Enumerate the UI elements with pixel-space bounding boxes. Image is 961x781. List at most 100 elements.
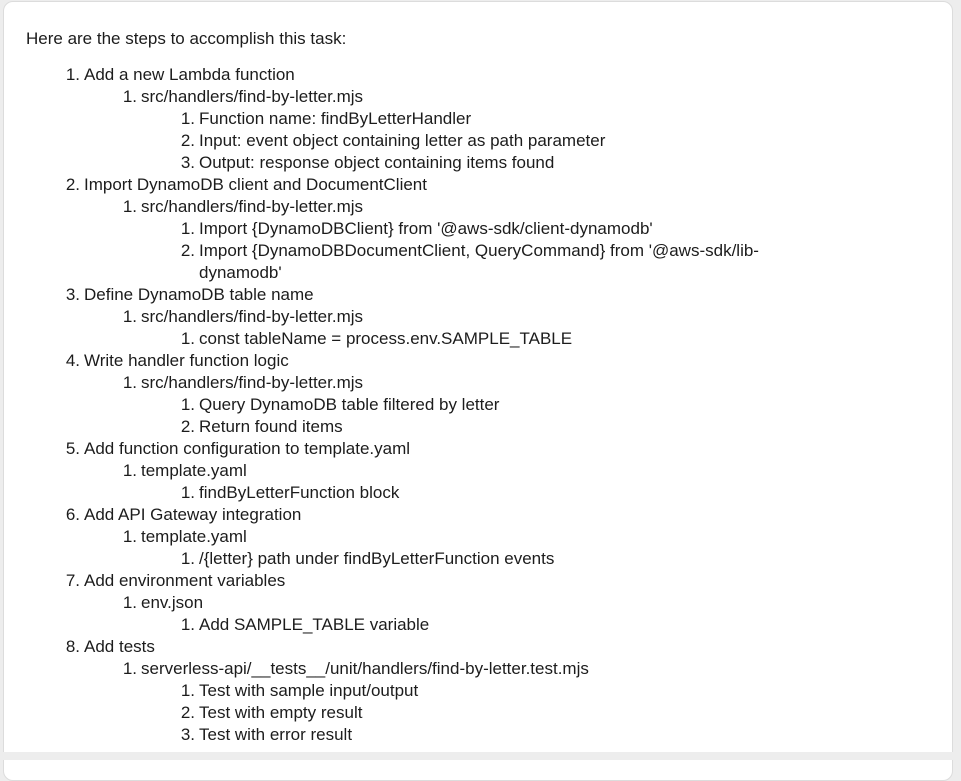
list-item-level-3: 2.Input: event object containing letter … (4, 130, 879, 152)
list-item-text: Write handler function logic (80, 350, 289, 372)
list-item-number: 1. (4, 394, 195, 416)
list-item-text: Output: response object containing items… (195, 152, 554, 174)
list-item-number: 2. (4, 130, 195, 152)
list-item-level-3: 3.Test with error result (4, 724, 879, 746)
list-item-text-line: Test with error result (199, 725, 352, 744)
list-item-number: 1. (4, 592, 137, 614)
list-item-level-3: 3.Output: response object containing ite… (4, 152, 879, 174)
list-item-text-line: src/handlers/find-by-letter.mjs (141, 307, 363, 326)
list-item-text: src/handlers/find-by-letter.mjs (137, 306, 363, 328)
list-item-text: findByLetterFunction block (195, 482, 399, 504)
list-item-text: Add SAMPLE_TABLE variable (195, 614, 429, 636)
list-item-number: 3. (4, 724, 195, 746)
list-item-level-3: 2.Import {DynamoDBDocumentClient, QueryC… (4, 240, 879, 284)
list-item-level-1: 2.Import DynamoDB client and DocumentCli… (4, 174, 879, 196)
list-item-level-3: 2.Return found items (4, 416, 879, 438)
list-item-number: 1. (4, 86, 137, 108)
list-item-number: 8. (4, 636, 80, 658)
list-item-number: 1. (4, 548, 195, 570)
list-item-number: 2. (4, 702, 195, 724)
list-item-text: env.json (137, 592, 203, 614)
list-item-number: 2. (4, 174, 80, 196)
list-item-number: 3. (4, 284, 80, 306)
list-item-number: 5. (4, 438, 80, 460)
list-item-text-line: Return found items (199, 417, 343, 436)
list-item-number: 2. (4, 416, 195, 438)
list-item-number: 1. (4, 64, 80, 86)
list-item-level-2: 1.env.json (4, 592, 879, 614)
list-item-text-line: Add API Gateway integration (84, 505, 301, 524)
list-item-number: 1. (4, 218, 195, 240)
list-item-text: Import {DynamoDBDocumentClient, QueryCom… (195, 240, 879, 284)
list-item-text-line: src/handlers/find-by-letter.mjs (141, 373, 363, 392)
list-item-level-3: 1./{letter} path under findByLetterFunct… (4, 548, 879, 570)
window-bottom-edge (0, 752, 961, 760)
list-item-text-line: Define DynamoDB table name (84, 285, 314, 304)
list-item-text: Return found items (195, 416, 343, 438)
list-item-text-line: src/handlers/find-by-letter.mjs (141, 87, 363, 106)
list-item-level-3: 2.Test with empty result (4, 702, 879, 724)
list-item-level-3: 1.Add SAMPLE_TABLE variable (4, 614, 879, 636)
list-item-level-2: 1.serverless-api/__tests__/unit/handlers… (4, 658, 879, 680)
list-item-number: 1. (4, 658, 137, 680)
list-item-text: Add tests (80, 636, 155, 658)
list-item-text-line: Add function configuration to template.y… (84, 439, 410, 458)
list-item-text: /{letter} path under findByLetterFunctio… (195, 548, 554, 570)
list-item-text-line: Test with empty result (199, 703, 362, 722)
list-item-text-line: Input: event object containing letter as… (199, 131, 605, 150)
list-item-level-2: 1.src/handlers/find-by-letter.mjs (4, 86, 879, 108)
list-item-number: 1. (4, 460, 137, 482)
list-item-number: 1. (4, 482, 195, 504)
list-item-text: Import DynamoDB client and DocumentClien… (80, 174, 427, 196)
list-item-text-line: template.yaml (141, 527, 247, 546)
list-item-level-1: 4.Write handler function logic (4, 350, 879, 372)
list-item-number: 4. (4, 350, 80, 372)
list-item-text: serverless-api/__tests__/unit/handlers/f… (137, 658, 589, 680)
list-item-text-line: Test with sample input/output (199, 681, 418, 700)
list-item-text: Add a new Lambda function (80, 64, 295, 86)
list-item-number: 1. (4, 306, 137, 328)
list-item-level-2: 1.template.yaml (4, 460, 879, 482)
list-item-level-2: 1.src/handlers/find-by-letter.mjs (4, 196, 879, 218)
intro-text: Here are the steps to accomplish this ta… (26, 28, 346, 50)
list-item-number: 1. (4, 196, 137, 218)
list-item-text: Add function configuration to template.y… (80, 438, 410, 460)
list-item-text: src/handlers/find-by-letter.mjs (137, 86, 363, 108)
list-item-text-line: Add environment variables (84, 571, 285, 590)
list-item-text: const tableName = process.env.SAMPLE_TAB… (195, 328, 572, 350)
list-item-text: Query DynamoDB table filtered by letter (195, 394, 499, 416)
list-item-level-2: 1.template.yaml (4, 526, 879, 548)
list-item-text: Input: event object containing letter as… (195, 130, 605, 152)
list-item-text-line: env.json (141, 593, 203, 612)
list-item-number: 1. (4, 614, 195, 636)
list-item-text-line: template.yaml (141, 461, 247, 480)
list-item-number: 6. (4, 504, 80, 526)
list-item-text-line: Add a new Lambda function (84, 65, 295, 84)
list-item-number: 1. (4, 526, 137, 548)
list-item-text-line: Import {DynamoDBDocumentClient, QueryCom… (199, 241, 759, 260)
list-item-text-line: Output: response object containing items… (199, 153, 554, 172)
list-item-number: 2. (4, 240, 195, 262)
list-item-level-3: 1.Query DynamoDB table filtered by lette… (4, 394, 879, 416)
list-item-text-line: Add SAMPLE_TABLE variable (199, 615, 429, 634)
list-item-level-3: 1.const tableName = process.env.SAMPLE_T… (4, 328, 879, 350)
list-item-level-3: 1.Function name: findByLetterHandler (4, 108, 879, 130)
list-item-text: Add environment variables (80, 570, 285, 592)
list-item-text-line: src/handlers/find-by-letter.mjs (141, 197, 363, 216)
list-item-text: Test with error result (195, 724, 352, 746)
list-item-number: 1. (4, 328, 195, 350)
message-panel: Here are the steps to accomplish this ta… (3, 1, 953, 781)
list-item-text-line: Query DynamoDB table filtered by letter (199, 395, 499, 414)
list-item-text-line: Import {DynamoDBClient} from '@aws-sdk/c… (199, 219, 653, 238)
list-item-level-1: 1.Add a new Lambda function (4, 64, 879, 86)
list-item-text-line: Function name: findByLetterHandler (199, 109, 471, 128)
list-item-text-line: serverless-api/__tests__/unit/handlers/f… (141, 659, 589, 678)
list-item-text: Import {DynamoDBClient} from '@aws-sdk/c… (195, 218, 653, 240)
list-item-text-line: findByLetterFunction block (199, 483, 399, 502)
list-item-level-1: 7.Add environment variables (4, 570, 879, 592)
steps-list: 1.Add a new Lambda function1.src/handler… (4, 64, 879, 746)
list-item-level-3: 1.Test with sample input/output (4, 680, 879, 702)
list-item-number: 1. (4, 372, 137, 394)
list-item-text-line: Add tests (84, 637, 155, 656)
list-item-text: src/handlers/find-by-letter.mjs (137, 372, 363, 394)
